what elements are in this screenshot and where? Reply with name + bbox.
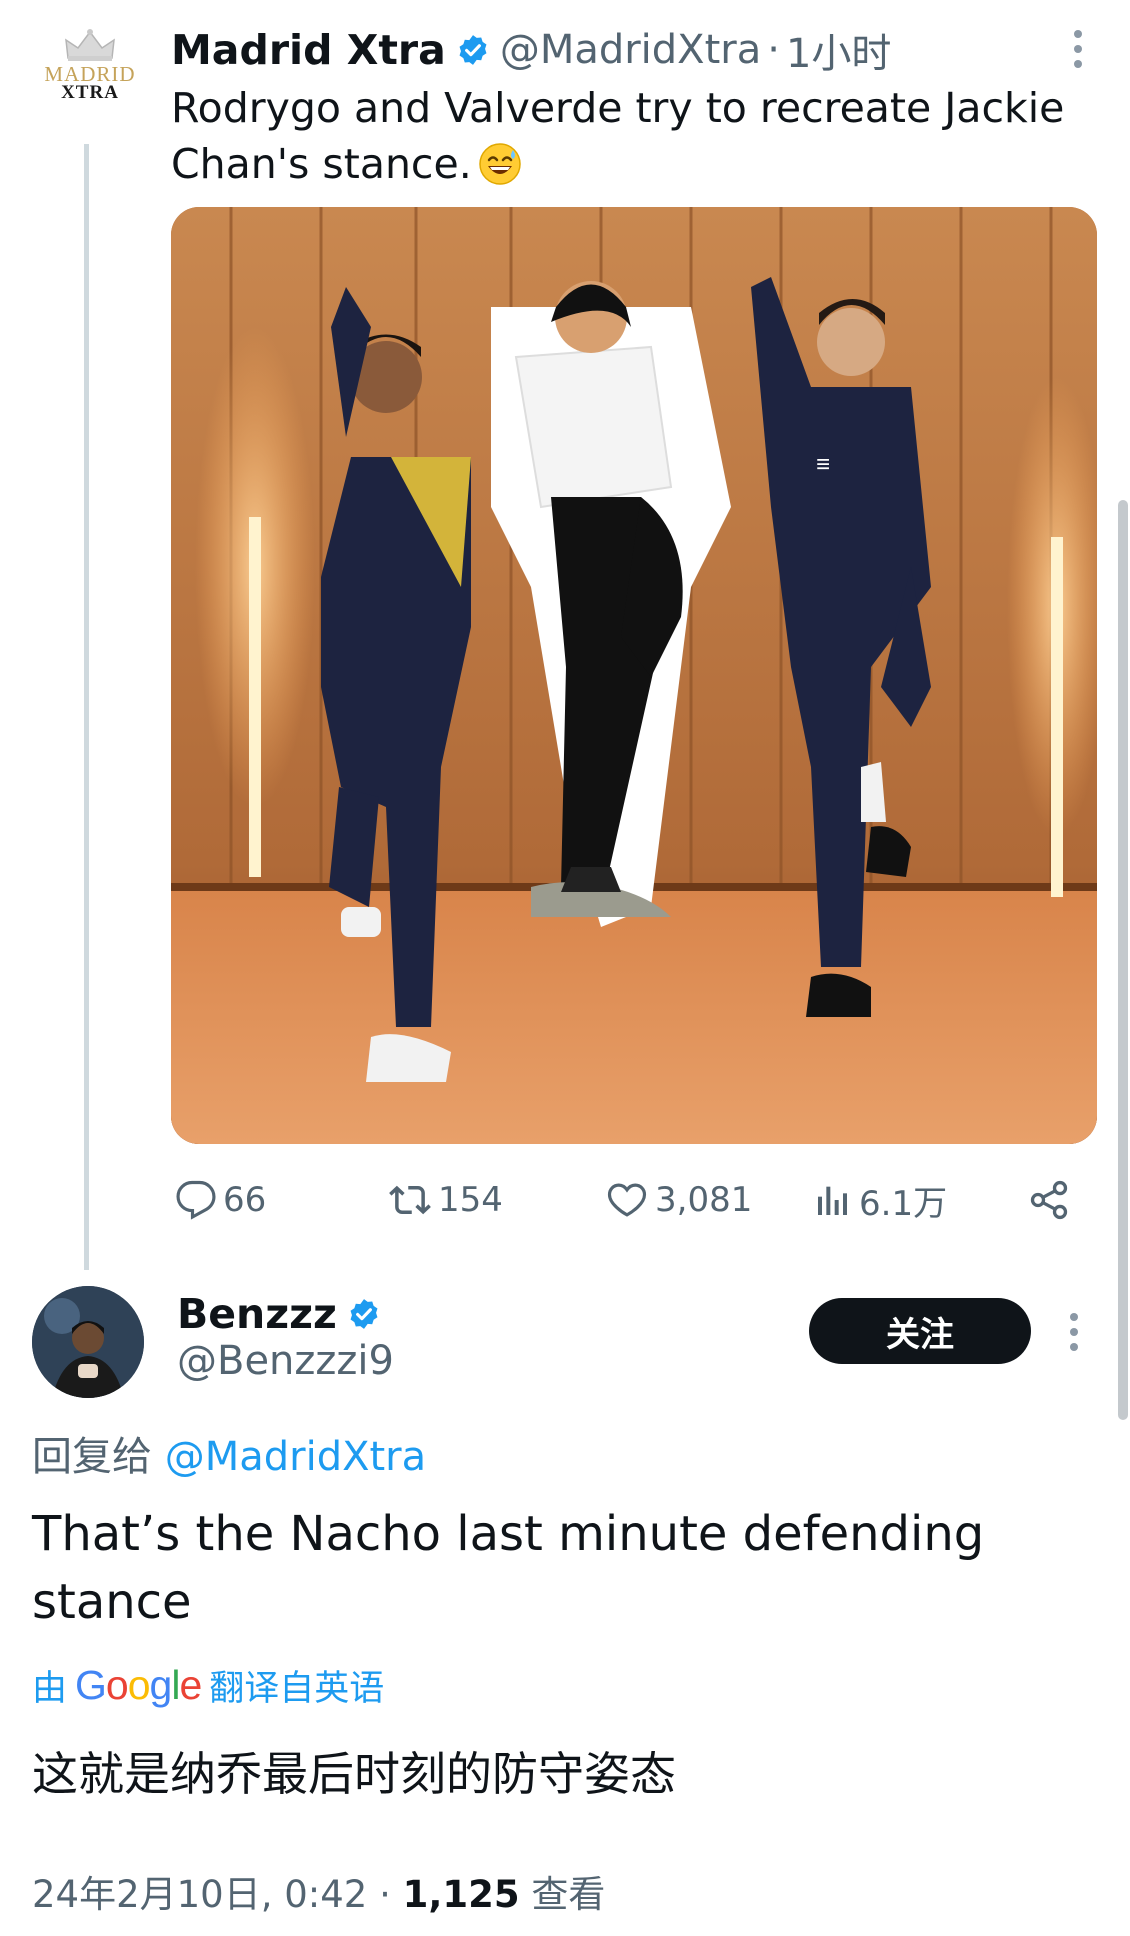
tweet-time[interactable]: 1小时 xyxy=(786,21,891,79)
follow-button[interactable]: 关注 xyxy=(809,1298,1031,1364)
parent-tweet-body: Rodrygo and Valverde try to recreate Jac… xyxy=(171,84,1065,188)
reply-meta-line: 24年2月10日, 0:42 · 1,125 查看 xyxy=(32,1864,605,1918)
replying-to-handle-link[interactable]: @MadridXtra xyxy=(165,1434,426,1480)
reply-author-name[interactable]: Benzzz xyxy=(177,1290,337,1338)
avatar-text-madrid: MADRID xyxy=(44,62,136,86)
verified-badge-icon xyxy=(459,35,487,65)
like-count: 3,081 xyxy=(655,1180,753,1220)
reply-count: 66 xyxy=(223,1180,267,1220)
google-wordmark: Google xyxy=(75,1661,202,1708)
reply-author-handle[interactable]: @Benzzzi9 xyxy=(177,1338,394,1384)
translation-attribution[interactable]: 由 Google 翻译自英语 xyxy=(32,1660,384,1710)
reply-author-row: Benzzz xyxy=(177,1284,391,1344)
like-button[interactable]: 3,081 xyxy=(605,1172,752,1228)
grinning-sweat-emoji-icon xyxy=(478,142,522,200)
photo-illustration: ≡ xyxy=(171,207,1097,1144)
share-button[interactable] xyxy=(1027,1172,1077,1228)
parent-tweet-text: Rodrygo and Valverde try to recreate Jac… xyxy=(171,80,1071,200)
verified-badge-icon xyxy=(350,1299,378,1329)
reply-button[interactable]: 66 xyxy=(175,1172,266,1228)
parent-tweet-header: Madrid Xtra @MadridXtra · 1小时 xyxy=(171,22,1090,78)
tweet-actions-bar: 66 154 3,081 6.1万 xyxy=(171,1172,1081,1228)
reply-icon xyxy=(176,1180,216,1220)
retweet-icon xyxy=(389,1185,431,1215)
author-handle[interactable]: @MadridXtra xyxy=(500,27,761,73)
translate-prefix: 由 xyxy=(32,1668,68,1709)
translated-text: 这就是纳乔最后时刻的防守姿态 xyxy=(32,1747,676,1801)
more-options-icon[interactable] xyxy=(1070,1313,1082,1358)
reply-view-label: 查看 xyxy=(531,1873,606,1916)
view-count: 6.1万 xyxy=(859,1183,948,1224)
author-name[interactable]: Madrid Xtra xyxy=(171,26,446,74)
jersey-sponsor-mark: ≡ xyxy=(816,451,830,478)
reply-date[interactable]: 24年2月10日, 0:42 xyxy=(32,1873,367,1916)
retweet-button[interactable]: 154 xyxy=(388,1172,503,1228)
thread-connector-line xyxy=(84,144,89,1270)
avatar-text-xtra: XTRA xyxy=(61,82,119,103)
views-button[interactable]: 6.1万 xyxy=(813,1172,947,1228)
meta-separator: · xyxy=(367,1873,403,1916)
madrid-xtra-avatar[interactable]: MADRID XTRA xyxy=(40,28,140,118)
benzzz-avatar[interactable] xyxy=(32,1286,144,1398)
replying-to-prefix: 回复给 xyxy=(32,1434,152,1480)
reply-tweet-text: That’s the Nacho last minute defending s… xyxy=(32,1506,985,1630)
header-separator: · xyxy=(767,27,780,73)
views-chart-icon xyxy=(818,1186,847,1215)
avatar-photo xyxy=(32,1286,144,1398)
retweet-count: 154 xyxy=(438,1180,503,1220)
reply-view-count: 1,125 xyxy=(402,1873,520,1916)
replying-to-line: 回复给 @MadridXtra xyxy=(32,1424,426,1482)
heart-icon xyxy=(607,1183,647,1217)
crown-logo-icon xyxy=(65,29,115,61)
share-icon xyxy=(1030,1180,1068,1220)
more-options-icon[interactable] xyxy=(1074,30,1086,75)
tweet-media-image[interactable]: ≡ xyxy=(171,207,1097,1144)
translate-suffix: 翻译自英语 xyxy=(209,1668,385,1709)
scrollbar[interactable] xyxy=(1118,500,1128,1420)
